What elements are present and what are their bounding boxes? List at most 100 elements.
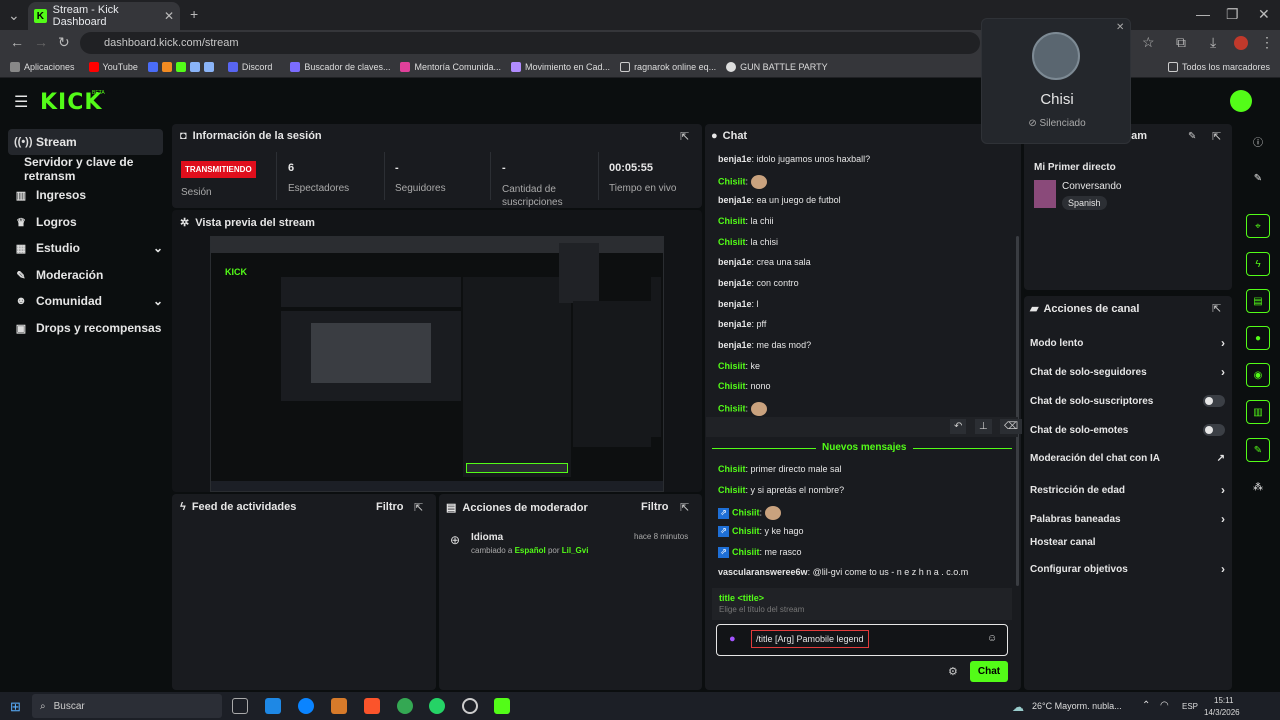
age-restriction-item[interactable]: Restricción de edad › [1030,483,1225,497]
sidebar-item-servidor[interactable]: Servidor y clave de retransm [18,155,188,183]
maximize-icon[interactable]: ❐ [1226,6,1239,23]
tray-chevron-icon[interactable]: ⌃ [1142,700,1150,711]
edge-icon[interactable] [298,698,314,714]
chat-message[interactable]: benja1e: l [718,299,759,309]
brave-icon[interactable] [364,698,380,714]
chat-input-field[interactable]: /title [Arg] Pamobile legend [751,630,869,648]
chat-message[interactable]: Chisiit: la chii [718,216,774,226]
chat-message[interactable]: ⇗ Chisiit: me rasco [718,547,802,559]
chat-message[interactable]: benja1e: con contro [718,278,799,288]
host-channel-item[interactable]: Hostear canal [1030,537,1225,548]
hamburger-menu-icon[interactable]: ☰ [14,92,28,112]
extensions-icon[interactable]: ⧉ [1176,34,1186,51]
chat-username[interactable]: benja1e [718,340,752,350]
sidebar-item-stream[interactable]: ((•)) Stream [8,129,163,155]
chat-username[interactable]: Chisiit [718,464,746,474]
sidebar-item-drops[interactable]: ▣ Drops y recompensas [8,315,163,341]
feed-filter-button[interactable]: Filtro [376,501,404,513]
sidebar-item-logros[interactable]: ♛ Logros [8,209,163,235]
edit-icon[interactable]: ✎ [1246,166,1270,190]
edit-icon[interactable]: ✎ [1188,131,1196,142]
slow-mode-item[interactable]: Modo lento › [1030,336,1225,350]
configure-goals-item[interactable]: Configurar objetivos › [1030,562,1225,576]
browser-menu-icon[interactable]: ⋮ [1260,34,1274,51]
whatsapp-icon[interactable] [429,698,445,714]
chat-username[interactable]: benja1e [718,278,752,288]
chat-message[interactable]: ⇗ Chisiit: [718,506,781,520]
chat-username[interactable]: Chisiit [718,216,746,226]
chat-username[interactable]: Chisiit [732,507,760,517]
chat-scrollbar[interactable] [1016,236,1019,586]
close-popup-icon[interactable]: ✕ [1116,22,1124,33]
chat-message[interactable]: benja1e: idolo jugamos unos haxball? [718,154,870,164]
bookmark-star-icon[interactable]: ☆ [1142,34,1155,51]
bookmark-youtube[interactable]: YouTube [88,61,138,72]
reload-icon[interactable]: ↻ [58,34,70,51]
sidebar-item-estudio[interactable]: ▦ Estudio ⌄ [8,235,163,261]
language-indicator[interactable]: ESP [1182,702,1198,711]
bookmark-all[interactable]: Todos los marcadores [1167,61,1270,72]
chat-message[interactable]: benja1e: ea un juego de futbol [718,195,841,205]
ai-moderation-item[interactable]: Moderación del chat con IA ↗ [1030,453,1225,464]
chat-username[interactable]: Chisiit [718,361,746,371]
send-chat-button[interactable]: Chat [970,661,1008,682]
forward-icon[interactable]: → [34,34,48,50]
popout-icon[interactable]: ⇱ [414,501,423,514]
chat-username[interactable]: Chisiit [718,237,746,247]
chrome-icon[interactable] [397,698,413,714]
bookmark-ragnarok[interactable]: ragnarok online eq... [620,61,716,72]
wifi-icon[interactable]: ◠ [1160,700,1169,711]
chat-icon[interactable]: ● [1246,326,1270,350]
task-view-icon[interactable] [232,698,248,714]
bookmark-apps[interactable]: Aplicaciones [10,61,75,72]
bookmark-discord[interactable]: Discord [227,61,272,72]
chat-message[interactable]: benja1e: pff [718,319,766,329]
chat-message[interactable]: Chisiit: y si apretás el nombre? [718,485,844,495]
chat-username[interactable]: vascularansweree6w [718,567,808,577]
url-field[interactable]: dashboard.kick.com/stream [80,32,980,54]
sidebar-item-comunidad[interactable]: ☻ Comunidad ⌄ [8,288,163,314]
bolt-icon[interactable]: ϟ [1246,252,1270,276]
chat-message[interactable]: Chisiit: la chisi [718,237,778,247]
weather-text[interactable]: 26°C Mayorm. nubla... [1032,701,1122,711]
emotes-only-toggle[interactable] [1203,424,1225,436]
chat-message[interactable]: Chisiit: [718,175,767,189]
windows-start-icon[interactable]: ⊞ [10,699,21,715]
followers-only-item[interactable]: Chat de solo-seguidores › [1030,365,1225,379]
chat-message[interactable]: benja1e: crea una sala [718,257,811,267]
command-suggestion[interactable]: title <title> Elige el título del stream [712,588,1012,620]
download-icon[interactable]: ⤓ [1210,34,1216,51]
layout-icon[interactable]: ▥ [1246,400,1270,424]
back-icon[interactable]: ← [10,34,24,50]
close-tab-icon[interactable]: ✕ [164,9,174,23]
chat-message[interactable]: Chisiit: [718,402,767,416]
sidebar-item-ingresos[interactable]: ▥ Ingresos [8,182,163,208]
popout-icon[interactable]: ⇱ [1212,130,1221,143]
delete-icon[interactable]: ⌫ [1000,419,1023,434]
chat-message[interactable]: ⇗ Chisiit: y ke hago [718,526,804,538]
pin-icon[interactable]: ⊥ [975,419,992,434]
chat-username[interactable]: Chisiit [718,485,746,495]
target-icon[interactable]: ⌖ [1246,214,1270,238]
chat-username[interactable]: benja1e [718,319,752,329]
chat-settings-icon[interactable]: ⚙ [948,665,958,678]
bookmark-claves[interactable]: Buscador de claves... [290,61,390,72]
minimize-icon[interactable]: — [1196,6,1210,22]
reply-icon[interactable]: ↶ [950,419,967,434]
taskbar-search[interactable]: ⌕ Buscar [32,694,222,718]
subscribers-only-toggle[interactable] [1203,395,1225,407]
browser-tab[interactable]: K Stream - Kick Dashboard ✕ [28,2,180,30]
chat-username[interactable]: Chisiit [732,526,760,536]
chat-message[interactable]: Chisiit: nono [718,381,771,391]
popout-icon[interactable]: ⇱ [1212,302,1221,315]
clock-date[interactable]: 14/3/2026 [1204,708,1240,717]
bookmark-gun[interactable]: GUN BATTLE PARTY [726,61,828,72]
wrench-icon[interactable]: ✎ [1246,438,1270,462]
kick-app-icon[interactable] [494,698,510,714]
chat-message[interactable]: benja1e: me das mod? [718,340,811,350]
bookmark-icons[interactable] [147,61,218,72]
popout-icon[interactable]: ⇱ [680,130,689,143]
chat-username[interactable]: benja1e [718,195,752,205]
chat-message[interactable]: Chisiit: primer directo male sal [718,464,842,474]
close-window-icon[interactable]: ✕ [1258,6,1270,23]
